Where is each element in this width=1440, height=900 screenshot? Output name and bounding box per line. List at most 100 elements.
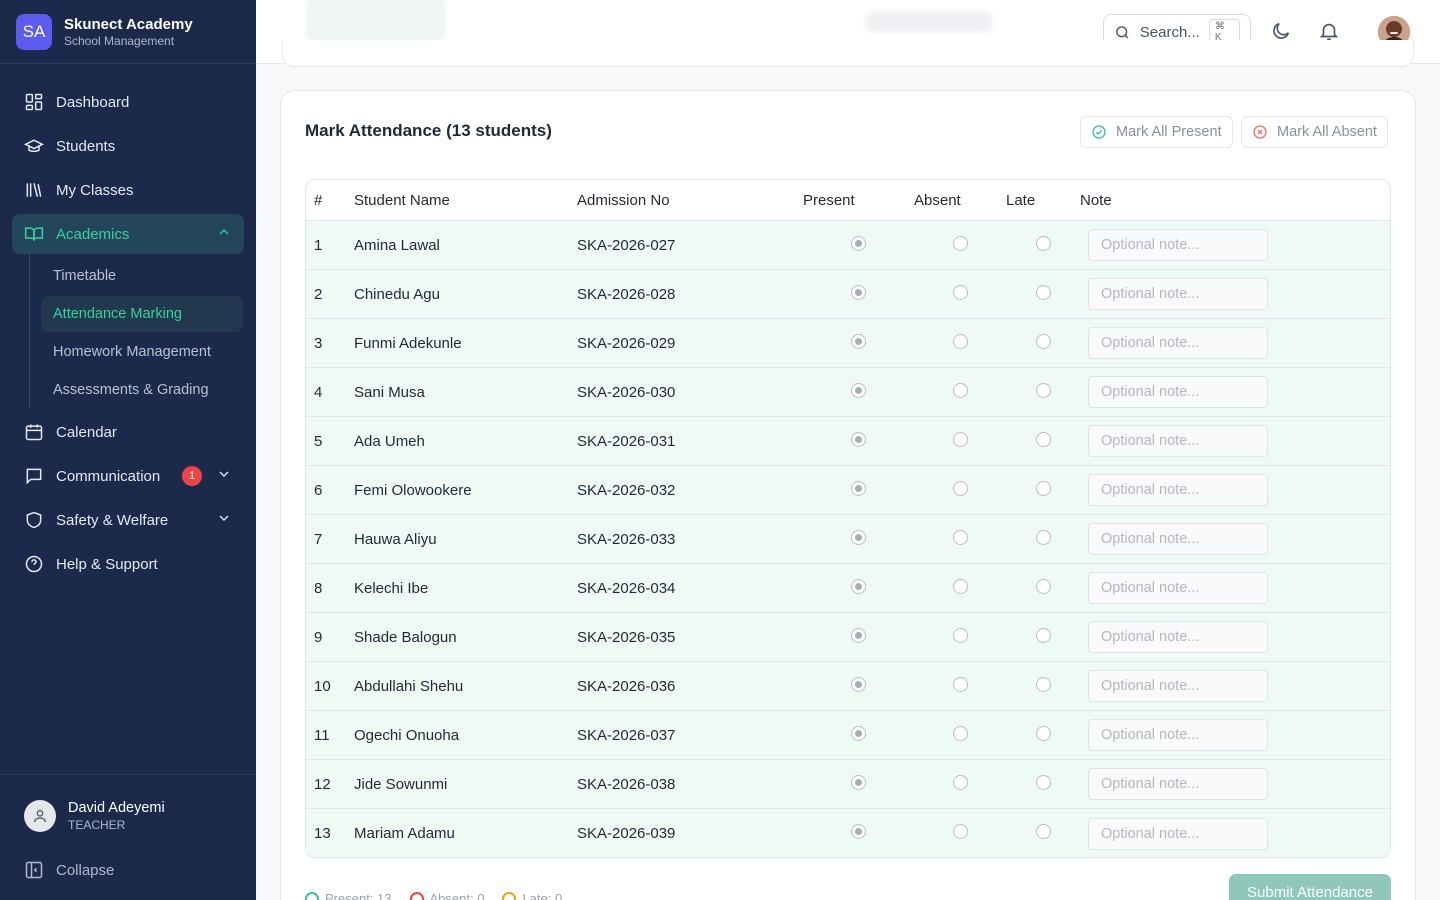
note-input[interactable] — [1088, 474, 1268, 506]
late-radio[interactable] — [1035, 382, 1051, 398]
submit-attendance-button[interactable]: Submit Attendance — [1229, 874, 1391, 900]
sidebar-item-label: My Classes — [56, 181, 134, 199]
present-radio[interactable] — [851, 578, 866, 594]
chevron-up-icon[interactable] — [216, 224, 232, 240]
brand[interactable]: SA Skunect Academy School Management — [0, 0, 256, 64]
student-name: Abdullahi Shehu — [354, 677, 464, 695]
present-cell — [803, 627, 914, 643]
admission-number: SKA-2026-039 — [577, 825, 676, 842]
row-number: 7 — [314, 530, 323, 548]
present-radio[interactable] — [851, 824, 866, 839]
note-cell — [1080, 768, 1390, 800]
sidebar-item-students[interactable]: Students — [12, 126, 244, 166]
present-radio[interactable] — [851, 480, 866, 496]
row-number: 6 — [314, 481, 323, 499]
late-radio[interactable] — [1035, 284, 1051, 300]
note-cell — [1080, 572, 1390, 604]
sidebar-item-calendar[interactable]: Calendar — [12, 412, 244, 452]
late-radio[interactable] — [1035, 824, 1051, 839]
present-radio[interactable] — [851, 725, 866, 741]
student-name: Jide Sowunmi — [354, 775, 448, 793]
mark-all-present-button[interactable]: Mark All Present — [1080, 116, 1233, 148]
bell-icon[interactable] — [1318, 20, 1340, 42]
summary-late-text: Late: 0 — [522, 891, 563, 900]
absent-radio[interactable] — [952, 431, 968, 447]
present-radio[interactable] — [851, 382, 866, 398]
note-input[interactable] — [1088, 425, 1268, 457]
present-radio[interactable] — [851, 235, 866, 251]
late-radio[interactable] — [1035, 627, 1051, 643]
user-avatar — [24, 799, 56, 832]
late-radio[interactable] — [1035, 431, 1051, 447]
collapse-button[interactable]: Collapse — [0, 852, 256, 888]
absent-radio[interactable] — [952, 774, 968, 790]
note-input[interactable] — [1088, 572, 1268, 604]
late-radio[interactable] — [1035, 235, 1051, 251]
sidebar-item-help-support[interactable]: Help & Support — [12, 544, 244, 584]
sidebar-item-safety-welfare[interactable]: Safety & Welfare — [12, 500, 244, 540]
note-input[interactable] — [1088, 376, 1268, 408]
present-radio[interactable] — [851, 529, 866, 545]
absent-radio[interactable] — [952, 676, 968, 692]
absent-radio[interactable] — [952, 725, 968, 741]
late-radio[interactable] — [1035, 529, 1051, 545]
note-input[interactable] — [1088, 768, 1268, 800]
present-radio[interactable] — [851, 333, 866, 349]
absent-radio[interactable] — [952, 627, 968, 643]
x-circle-icon — [1253, 125, 1267, 139]
late-radio[interactable] — [1035, 480, 1051, 496]
late-radio[interactable] — [1035, 578, 1051, 594]
note-input[interactable] — [1088, 523, 1268, 555]
sidebar-item-dashboard[interactable]: Dashboard — [12, 82, 244, 122]
sidebar-item-academics[interactable]: Academics — [12, 214, 244, 254]
table-row: 1 Amina Lawal SKA-2026-027 — [306, 221, 1390, 270]
student-name: Amina Lawal — [354, 236, 440, 254]
late-radio[interactable] — [1035, 676, 1051, 692]
absent-radio[interactable] — [952, 480, 968, 496]
sidebar-item-my-classes[interactable]: My Classes — [12, 170, 244, 210]
late-cell — [1006, 284, 1080, 300]
present-radio[interactable] — [851, 284, 866, 300]
absent-radio[interactable] — [952, 382, 968, 398]
absent-radio[interactable] — [952, 824, 968, 839]
message-square-icon — [26, 468, 42, 485]
library-icon — [26, 183, 42, 197]
moon-icon[interactable] — [1270, 20, 1292, 42]
note-cell — [1080, 719, 1390, 751]
absent-radio[interactable] — [952, 333, 968, 349]
present-radio[interactable] — [851, 431, 866, 447]
absent-radio[interactable] — [952, 529, 968, 545]
note-input[interactable] — [1088, 817, 1268, 850]
absent-radio[interactable] — [952, 235, 968, 251]
sidebar-subitem-assessments-grading[interactable]: Assessments & Grading — [41, 372, 243, 408]
late-radio[interactable] — [1035, 774, 1051, 790]
book-open-icon — [24, 227, 44, 241]
absent-radio[interactable] — [952, 284, 968, 300]
present-radio[interactable] — [851, 774, 866, 790]
present-radio[interactable] — [851, 627, 866, 643]
note-input[interactable] — [1088, 278, 1268, 310]
chevron-down-icon[interactable] — [216, 510, 232, 526]
present-radio[interactable] — [851, 676, 866, 692]
sidebar-subitem-attendance-marking[interactable]: Attendance Marking — [41, 296, 243, 332]
late-radio[interactable] — [1035, 725, 1051, 741]
late-radio[interactable] — [1035, 333, 1051, 349]
late-cell — [1006, 676, 1080, 692]
user-profile[interactable]: David Adeyemi TEACHER — [0, 774, 256, 840]
chevron-down-icon[interactable] — [216, 466, 232, 482]
absent-cell — [914, 235, 1006, 251]
card-title: Mark Attendance (13 students) — [305, 121, 552, 140]
admission-number: SKA-2026-033 — [577, 530, 676, 548]
note-input[interactable] — [1088, 719, 1268, 751]
row-number: 11 — [314, 726, 330, 744]
note-input[interactable] — [1088, 670, 1268, 702]
absent-radio[interactable] — [952, 578, 968, 594]
sidebar-subitem-timetable[interactable]: Timetable — [41, 258, 243, 294]
sidebar-subitem-homework-management[interactable]: Homework Management — [41, 334, 243, 370]
mark-all-absent-button[interactable]: Mark All Absent — [1241, 116, 1388, 148]
note-input[interactable] — [1088, 229, 1268, 261]
note-input[interactable] — [1088, 621, 1268, 653]
sidebar-item-communication[interactable]: Communication 1 — [12, 456, 244, 496]
calendar-icon — [25, 424, 43, 441]
note-input[interactable] — [1088, 327, 1268, 359]
